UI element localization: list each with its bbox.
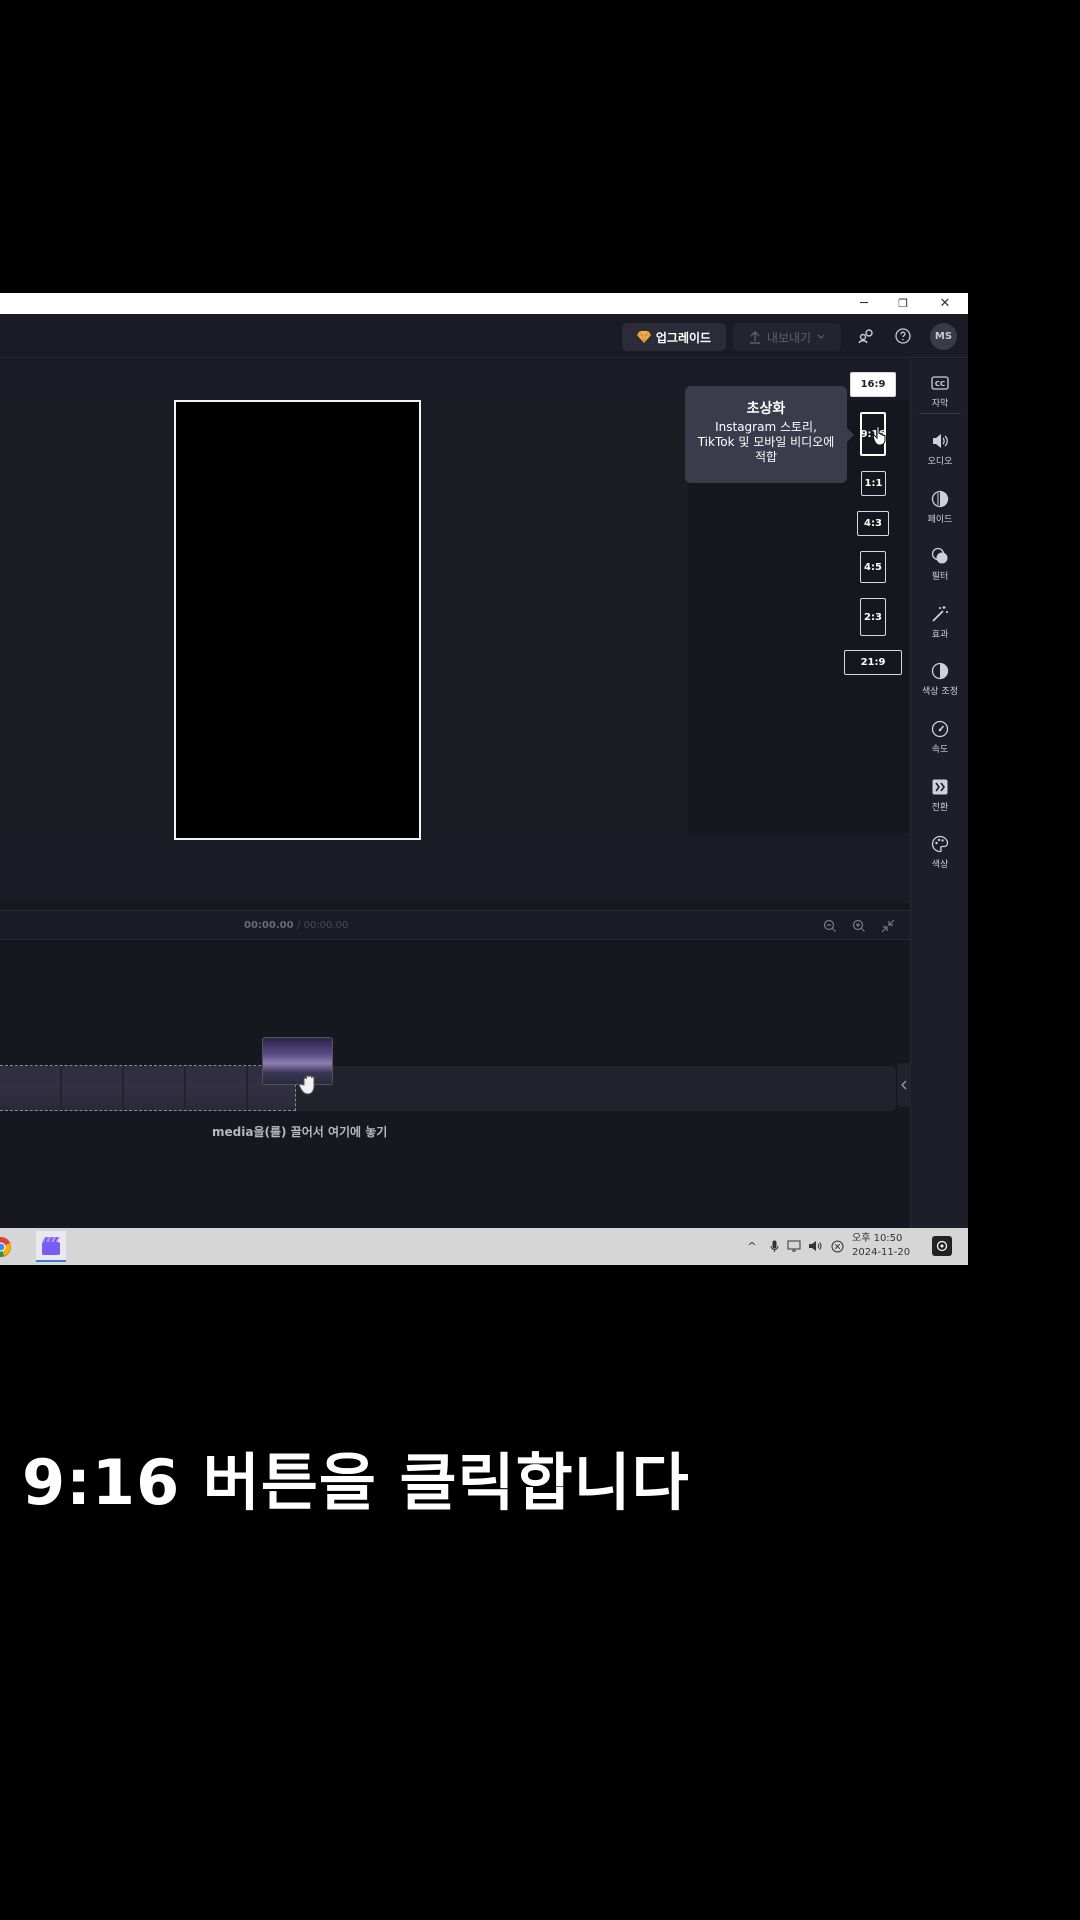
- subtitle-caption: 9:16 버튼을 클릭합니다: [22, 1446, 690, 1519]
- help-icon[interactable]: [892, 325, 914, 347]
- tooltip-title: 초상화: [746, 401, 786, 417]
- close-button[interactable]: ✕: [930, 293, 960, 314]
- fit-timeline-icon[interactable]: [879, 917, 897, 935]
- aspect-4-5-button[interactable]: 4:5: [860, 551, 886, 583]
- upgrade-button[interactable]: 업그레이드: [622, 323, 726, 351]
- video-canvas: [174, 400, 421, 840]
- chevron-down-icon: [817, 334, 825, 339]
- sidebar-label: 자막: [931, 399, 949, 409]
- clipchamp-app-icon[interactable]: [36, 1231, 66, 1262]
- drag-ghost-clip: [0, 1065, 296, 1111]
- tray-expand-icon[interactable]: ^: [745, 1239, 759, 1253]
- timecode: 00:00.00 / 00:00.00: [244, 920, 348, 931]
- sidebar-label: 효과: [931, 630, 949, 640]
- aspect-ratio-tooltip: 초상화 Instagram 스토리, TikTok 및 모바일 비디오에 적합: [685, 386, 854, 483]
- sidebar-item-transition[interactable]: 전환: [911, 777, 968, 823]
- playback-area: [0, 833, 910, 903]
- speaker-icon: [930, 431, 950, 451]
- drop-hint-text: media을(를) 끌어서 여기에 놓기: [212, 1125, 388, 1139]
- aspect-16-9-button[interactable]: 16:9: [850, 372, 896, 397]
- total-time: / 00:00.00: [297, 920, 349, 931]
- filter-icon: [930, 546, 950, 566]
- grab-hand-cursor-icon: [299, 1075, 315, 1095]
- sidebar-label: 오디오: [927, 457, 953, 467]
- microphone-icon[interactable]: [767, 1239, 781, 1253]
- sidebar-label: 페이드: [927, 515, 953, 525]
- sidebar-item-color-adjust[interactable]: 색상 조정: [911, 661, 968, 707]
- status-x-icon[interactable]: [830, 1239, 844, 1253]
- speedometer-icon: [930, 719, 950, 739]
- avatar[interactable]: MS: [930, 323, 957, 350]
- clock-time: 오후 10:50: [852, 1233, 903, 1244]
- volume-icon[interactable]: [808, 1239, 822, 1253]
- sidebar-label: 색상: [931, 860, 949, 870]
- tooltip-body: Instagram 스토리, TikTok 및 모바일 비디오에 적합: [697, 420, 835, 464]
- timeline-toolbar: 00:00.00 / 00:00.00: [0, 910, 910, 940]
- aspect-21-9-button[interactable]: 21:9: [844, 650, 902, 675]
- sidebar-label: 색상 조정: [922, 687, 958, 697]
- gem-icon: [636, 331, 651, 343]
- clock-date: 2024-11-20: [852, 1247, 911, 1258]
- upgrade-label: 업그레이드: [655, 330, 712, 345]
- sidebar-label: 전환: [931, 803, 949, 813]
- sidebar-label: 속도: [931, 745, 949, 755]
- notification-icon[interactable]: [932, 1236, 952, 1256]
- upload-icon: [749, 330, 760, 344]
- window-titlebar: ─ ❐ ✕: [0, 293, 968, 314]
- sidebar-item-audio[interactable]: 오디오: [911, 431, 968, 477]
- sidebar-label: 필터: [931, 572, 949, 582]
- export-label: 내보내기: [766, 330, 812, 345]
- chrome-app-icon[interactable]: [0, 1231, 16, 1262]
- minimize-button[interactable]: ─: [849, 293, 879, 314]
- contrast-icon: [930, 661, 950, 681]
- os-taskbar: ^ 오후 10:50 2024-11-20: [0, 1228, 968, 1265]
- sidebar-item-effects[interactable]: 효과: [911, 604, 968, 650]
- svg-text:CC: CC: [935, 380, 945, 388]
- sidebar-item-fade[interactable]: 페이드: [911, 489, 968, 535]
- palette-icon: [930, 834, 950, 854]
- collapse-panel-button[interactable]: [897, 1063, 911, 1107]
- fade-icon: [930, 489, 950, 509]
- network-icon[interactable]: [787, 1239, 801, 1253]
- transition-icon: [930, 777, 950, 797]
- restore-button[interactable]: ❐: [888, 293, 918, 314]
- app-header: 업그레이드 내보내기 MS: [0, 314, 968, 358]
- zoom-out-icon[interactable]: [821, 917, 839, 935]
- aspect-2-3-button[interactable]: 2:3: [860, 598, 886, 636]
- zoom-in-icon[interactable]: [850, 917, 868, 935]
- right-sidebar: CC 자막 오디오 페이드 필터 효과 색상 조정 속도 전환 색상: [910, 359, 968, 1265]
- share-users-icon[interactable]: [855, 325, 877, 347]
- system-clock[interactable]: 오후 10:50 2024-11-20: [852, 1232, 910, 1260]
- magic-wand-icon: [930, 604, 950, 624]
- sidebar-item-speed[interactable]: 속도: [911, 719, 968, 765]
- aspect-1-1-button[interactable]: 1:1: [861, 471, 886, 496]
- pointer-hand-cursor-icon: [872, 426, 886, 446]
- current-time: 00:00.00: [244, 920, 294, 931]
- chevron-left-icon: [901, 1080, 907, 1090]
- export-button[interactable]: 내보내기: [733, 323, 841, 351]
- sidebar-divider: [919, 413, 961, 414]
- cc-icon: CC: [930, 373, 950, 393]
- sidebar-item-filter[interactable]: 필터: [911, 546, 968, 592]
- sidebar-item-color[interactable]: 색상: [911, 834, 968, 880]
- dragged-media-thumbnail[interactable]: [262, 1037, 333, 1085]
- aspect-4-3-button[interactable]: 4:3: [857, 511, 889, 536]
